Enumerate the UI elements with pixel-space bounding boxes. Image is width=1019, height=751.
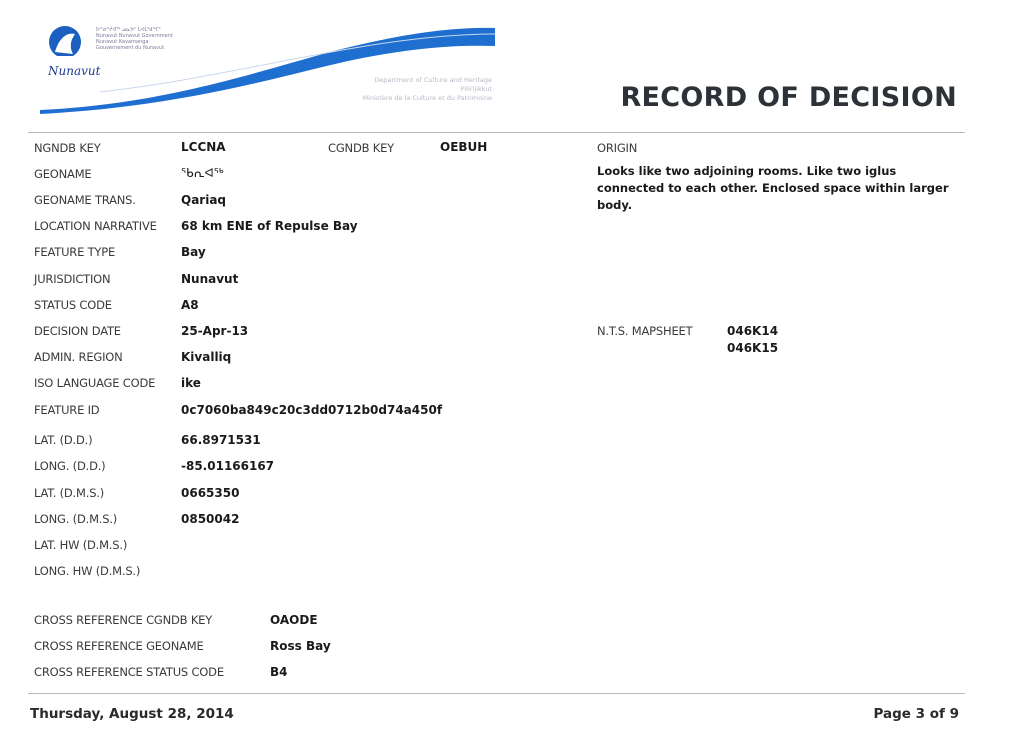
dept-line: Department of Culture and Heritage — [374, 76, 492, 84]
field-label: STATUS CODE — [34, 298, 112, 312]
cross-ref-value: Ross Bay — [270, 639, 331, 653]
field-label: LAT. HW (D.M.S.) — [34, 538, 128, 552]
field-label: FEATURE TYPE — [34, 245, 116, 259]
field-value: Nunavut — [181, 272, 239, 286]
field-value: Bay — [181, 245, 206, 259]
field-value: 68 km ENE of Repulse Bay — [181, 219, 358, 233]
cgndb-key-label: CGNDB KEY — [328, 141, 394, 155]
cross-ref-label: CROSS REFERENCE STATUS CODE — [34, 665, 224, 679]
dept-line: Ministère de la Culture et du Patrimoine — [362, 94, 492, 102]
cross-ref-label: CROSS REFERENCE GEONAME — [34, 639, 204, 653]
field-value: A8 — [181, 298, 199, 312]
dept-line: Pilirijikkut — [460, 85, 492, 93]
cross-ref-value: OAODE — [270, 613, 318, 627]
field-label: JURISDICTION — [34, 272, 111, 286]
field-value: 66.8971531 — [181, 433, 261, 447]
field-label: LOCATION NARRATIVE — [34, 219, 157, 233]
header-divider — [28, 132, 965, 133]
field-label: LAT. (D.M.S.) — [34, 486, 105, 500]
footer-divider — [28, 693, 965, 694]
field-value: Kivalliq — [181, 350, 232, 364]
department-name: Department of Culture and Heritage Pilir… — [312, 76, 492, 103]
logo-wordmark: Nunavut — [48, 64, 101, 78]
field-value: Qariaq — [181, 193, 227, 207]
nts-mapsheet-value: 046K14 — [727, 324, 779, 338]
field-value: LCCNA — [181, 140, 226, 154]
cgndb-key-value: OEBUH — [440, 140, 488, 154]
field-value: ike — [181, 376, 201, 390]
field-value: -85.01166167 — [181, 459, 275, 473]
cross-ref-label: CROSS REFERENCE CGNDB KEY — [34, 613, 213, 627]
field-label: LONG. (D.D.) — [34, 459, 106, 473]
logo-emblem-icon — [49, 26, 81, 58]
field-label: LONG. HW (D.M.S.) — [34, 564, 141, 578]
nts-mapsheet-label: N.T.S. MAPSHEET — [597, 324, 693, 338]
field-label: LONG. (D.M.S.) — [34, 512, 118, 526]
origin-label: ORIGIN — [597, 141, 638, 155]
field-label: ADMIN. REGION — [34, 350, 123, 364]
page-number: Page 3 of 9 — [873, 706, 960, 722]
gov-line: Gouvernement du Nunavut — [96, 45, 165, 51]
cross-ref-value: B4 — [270, 665, 288, 679]
field-value: 0850042 — [181, 512, 240, 526]
field-value: ᖃᕆᐊᖅ — [181, 166, 224, 180]
field-label: ISO LANGUAGE CODE — [34, 376, 156, 390]
government-name-lines: ᐅᓐᓂᕐᔪᐊᖅ ᓄᓇᕗᑦ ᒐᕙᒪᒃᑯᖏᑦ Nunavut Nunavut Gov… — [96, 27, 173, 51]
field-label: GEONAME — [34, 167, 92, 181]
field-label: FEATURE ID — [34, 403, 100, 417]
field-value: 0c7060ba849c20c3dd0712b0d74a450f — [181, 403, 443, 417]
page-title: RECORD OF DECISION — [620, 82, 957, 113]
origin-text: Looks like two adjoining rooms. Like two… — [597, 164, 949, 212]
field-label: LAT. (D.D.) — [34, 433, 93, 447]
field-label: NGNDB KEY — [34, 141, 101, 155]
footer-date: Thursday, August 28, 2014 — [30, 706, 234, 722]
field-label: GEONAME TRANS. — [34, 193, 136, 207]
nts-mapsheet-value: 046K15 — [727, 341, 779, 355]
field-value: 25-Apr-13 — [181, 324, 249, 338]
field-value: 0665350 — [181, 486, 240, 500]
field-label: DECISION DATE — [34, 324, 121, 338]
